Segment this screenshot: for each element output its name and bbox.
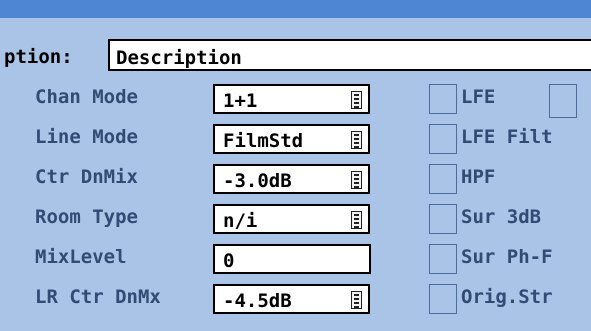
orig-str-checkbox[interactable] [429, 284, 457, 314]
ctr-dnmix-select[interactable]: -3.0dB [213, 164, 370, 194]
right-column-checkbox[interactable] [549, 84, 577, 118]
ctr-dnmix-label: Ctr DnMix [35, 166, 138, 188]
room-type-select[interactable]: n/i [213, 204, 370, 234]
chan-mode-value: 1+1 [223, 90, 258, 112]
line-mode-select[interactable]: FilmStd [213, 124, 370, 154]
mixlevel-input[interactable]: 0 [213, 244, 371, 274]
window-titlebar [0, 0, 591, 18]
sur-ph-f-label: Sur Ph-F [461, 246, 553, 268]
lr-ctr-dnmx-value: -4.5dB [223, 290, 292, 312]
line-mode-label: Line Mode [35, 126, 138, 148]
lfe-checkbox[interactable] [429, 84, 457, 114]
line-mode-value: FilmStd [223, 130, 304, 152]
mixlevel-label: MixLevel [35, 246, 127, 268]
ctr-dnmix-dropdown-icon[interactable] [351, 171, 362, 189]
line-mode-dropdown-icon[interactable] [351, 131, 362, 149]
sur-3db-label: Sur 3dB [461, 206, 542, 228]
bottom-cutoff-row [0, 317, 591, 331]
lfe-filt-label: LFE Filt [461, 126, 553, 148]
room-type-dropdown-icon[interactable] [351, 211, 362, 229]
lr-ctr-dnmx-label: LR Ctr DnMx [35, 286, 161, 308]
lr-ctr-dnmx-dropdown-icon[interactable] [351, 291, 362, 309]
lr-ctr-dnmx-select[interactable]: -4.5dB [213, 284, 370, 314]
hpf-checkbox[interactable] [429, 164, 457, 194]
orig-str-label: Orig.Str [461, 286, 553, 308]
room-type-label: Room Type [35, 206, 138, 228]
chan-mode-dropdown-icon[interactable] [351, 91, 362, 109]
mixlevel-value: 0 [223, 250, 235, 272]
chan-mode-select[interactable]: 1+1 [213, 84, 370, 114]
room-type-value: n/i [223, 210, 258, 232]
description-label: ption: [4, 46, 73, 68]
description-input[interactable]: Description [108, 39, 591, 71]
lfe-filt-checkbox[interactable] [429, 124, 457, 154]
sur-3db-checkbox[interactable] [429, 204, 457, 234]
sur-ph-f-checkbox[interactable] [429, 244, 457, 274]
lfe-label: LFE [461, 86, 496, 108]
chan-mode-label: Chan Mode [35, 86, 138, 108]
ctr-dnmix-value: -3.0dB [223, 170, 292, 192]
hpf-label: HPF [461, 166, 496, 188]
